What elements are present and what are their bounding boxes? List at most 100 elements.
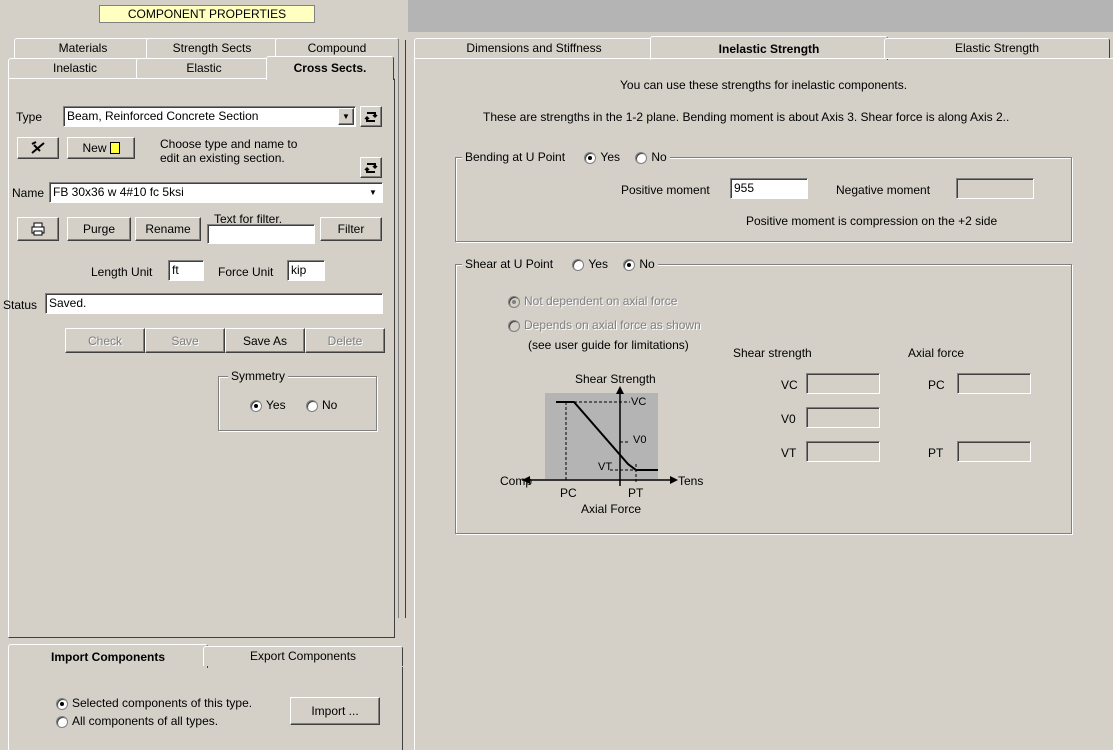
intro-line-2: These are strengths in the 1-2 plane. Be… (483, 110, 1010, 124)
bending-note: Positive moment is compression on the +2… (746, 214, 998, 228)
status-field: Saved. (45, 293, 383, 314)
positive-moment-field[interactable]: 955 (730, 178, 808, 199)
tab-elastic-strength[interactable]: Elastic Strength (884, 38, 1110, 58)
up-arrow (616, 386, 624, 394)
filter-button[interactable]: Filter (320, 217, 382, 241)
tab-export-components[interactable]: Export Components (203, 646, 403, 666)
refresh-type-button[interactable] (360, 106, 382, 127)
radio-unchecked-icon (56, 715, 68, 728)
refresh-name-button[interactable] (360, 157, 382, 178)
force-unit-field[interactable]: kip (287, 260, 325, 281)
tool-button[interactable] (17, 137, 59, 159)
bending-no-label: No (651, 150, 667, 164)
new-hint: Choose type and name to edit an existing… (160, 137, 298, 165)
pc-field[interactable] (957, 373, 1031, 394)
tab-cross-sects[interactable]: Cross Sects. (266, 56, 394, 80)
intro-line-1: You can use these strengths for inelasti… (620, 78, 908, 92)
vt-label: VT (781, 446, 797, 460)
negative-moment-field[interactable] (956, 178, 1034, 199)
right-arrow (670, 476, 678, 484)
refresh-icon (364, 162, 378, 173)
import-option1-label: Selected components of this type. (72, 696, 253, 710)
tab-dimensions-stiffness[interactable]: Dimensions and Stiffness (414, 38, 654, 58)
delete-button[interactable]: Delete (305, 328, 385, 353)
tab-inelastic-strength[interactable]: Inelastic Strength (650, 36, 888, 60)
rename-button[interactable]: Rename (135, 217, 201, 241)
pt-field[interactable] (957, 441, 1031, 462)
left-panel-divider (398, 40, 406, 618)
vc-label: VC (781, 378, 798, 392)
save-as-button[interactable]: Save As (225, 328, 305, 353)
shear-title: Shear at U Point Yes No (462, 257, 658, 271)
diagram-pc: PC (560, 486, 577, 500)
tab-materials[interactable]: Materials (14, 38, 152, 58)
import-option-selected-radio[interactable]: Selected components of this type. (56, 696, 252, 710)
save-button[interactable]: Save (145, 328, 225, 353)
name-select-value: FB 30x36 w 4#10 fc 5ksi (53, 185, 184, 199)
radio-unchecked-icon (508, 319, 520, 332)
radio-unchecked-icon (306, 399, 318, 412)
new-button[interactable]: New (67, 137, 135, 159)
diagram-vc: VC (631, 396, 647, 408)
chevron-down-icon: ▼ (338, 108, 354, 125)
refresh-icon (364, 111, 378, 122)
type-select-value: Beam, Reinforced Concrete Section (67, 109, 259, 123)
print-button[interactable] (17, 217, 59, 241)
page-title: COMPONENT PROPERTIES (99, 5, 315, 23)
shear-no-radio[interactable]: No (623, 257, 655, 271)
check-button[interactable]: Check (65, 328, 145, 353)
negative-moment-label: Negative moment (836, 183, 931, 197)
shear-title-label: Shear at U Point (465, 257, 554, 271)
name-label: Name (12, 186, 45, 200)
new-button-label: New (82, 141, 107, 155)
chevron-down-icon: ▼ (369, 188, 377, 197)
shear-opt1-radio[interactable]: Not dependent on axial force (508, 294, 677, 308)
shear-yes-radio[interactable]: Yes (572, 257, 608, 271)
tab-elastic[interactable]: Elastic (136, 58, 272, 78)
symmetry-no-label: No (322, 398, 338, 412)
diagram-tens: Tens (678, 474, 704, 488)
tab-inelastic[interactable]: Inelastic (8, 58, 142, 78)
tab-import-components[interactable]: Import Components (8, 644, 208, 668)
import-option-all-radio[interactable]: All components of all types. (56, 714, 218, 728)
vc-field[interactable] (806, 373, 880, 394)
tab-compound[interactable]: Compound (275, 38, 399, 58)
new-document-icon (109, 142, 120, 154)
symmetry-title: Symmetry (228, 369, 288, 383)
bending-group (455, 157, 1072, 242)
name-select[interactable]: FB 30x36 w 4#10 fc 5ksi ▼ (49, 182, 383, 203)
length-unit-field[interactable]: ft (168, 260, 204, 281)
import-option2-label: All components of all types. (72, 714, 219, 728)
import-button[interactable]: Import ... (290, 697, 380, 725)
pt-label: PT (928, 446, 944, 460)
shear-opt2-label: Depends on axial force as shown (524, 318, 701, 332)
filter-input[interactable] (207, 224, 315, 244)
type-select[interactable]: Beam, Reinforced Concrete Section ▼ (63, 106, 356, 127)
force-unit-label: Force Unit (218, 265, 274, 279)
symmetry-no-radio[interactable]: No (306, 398, 337, 412)
purge-button[interactable]: Purge (67, 217, 131, 241)
top-bar-right (408, 0, 1113, 32)
diagram-vt: VT (598, 461, 613, 473)
shear-no-label: No (639, 257, 655, 271)
shear-opt2-radio[interactable]: Depends on axial force as shown (508, 318, 701, 332)
vt-field[interactable] (806, 441, 880, 462)
status-label: Status (3, 298, 38, 312)
symmetry-group (218, 376, 377, 431)
radio-checked-icon (508, 295, 520, 308)
shear-opt2-note: (see user guide for limitations) (528, 338, 689, 352)
bending-title-label: Bending at U Point (465, 150, 566, 164)
bending-yes-radio[interactable]: Yes (584, 150, 620, 164)
printer-icon (31, 222, 45, 236)
v0-field[interactable] (806, 407, 880, 428)
axial-force-header: Axial force (908, 346, 965, 360)
radio-checked-icon (250, 399, 262, 412)
bending-no-radio[interactable]: No (635, 150, 667, 164)
shear-diagram: Shear Strength VC V0 VT Comp Tens PC PT … (500, 366, 710, 536)
tab-strength-sects[interactable]: Strength Sects (146, 38, 278, 58)
positive-moment-label: Positive moment (621, 183, 710, 197)
radio-checked-icon (623, 258, 636, 271)
symmetry-yes-label: Yes (266, 398, 286, 412)
radio-unchecked-icon (635, 151, 648, 164)
symmetry-yes-radio[interactable]: Yes (250, 398, 286, 412)
